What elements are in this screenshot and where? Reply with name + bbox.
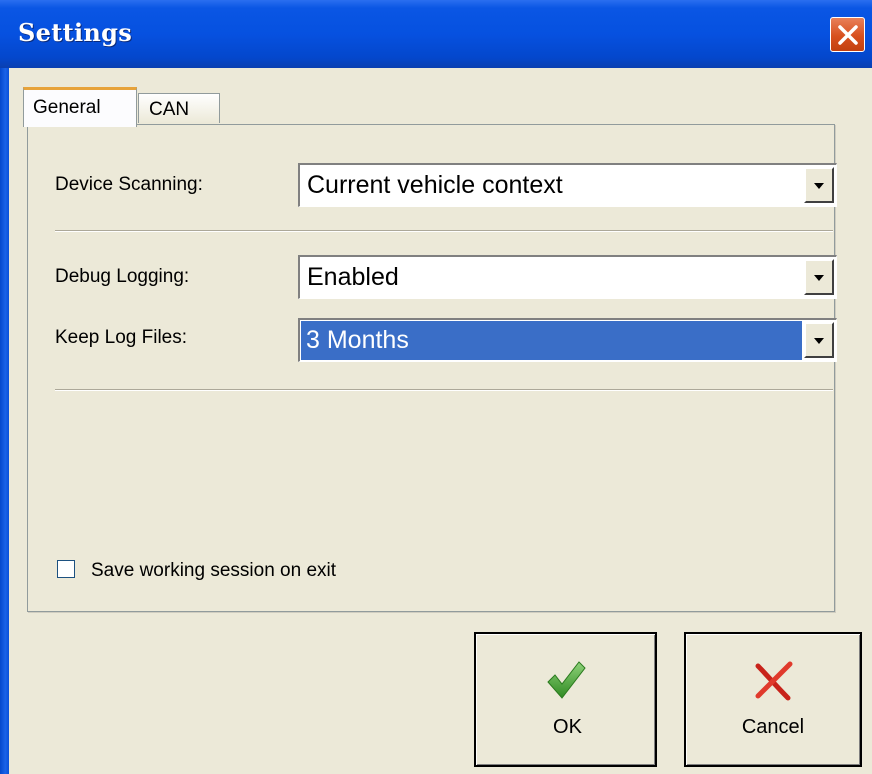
window-title: Settings	[18, 18, 133, 47]
device-scanning-label: Device Scanning:	[55, 174, 203, 195]
device-scanning-value: Current vehicle context	[307, 171, 563, 199]
tab-general[interactable]: General	[23, 87, 137, 127]
save-session-checkbox[interactable]	[57, 560, 75, 578]
keep-log-files-select[interactable]: 3 Months	[298, 318, 837, 362]
debug-logging-select[interactable]: Enabled	[298, 255, 837, 299]
close-icon	[838, 25, 858, 45]
ok-button[interactable]: OK	[474, 632, 657, 767]
debug-logging-label: Debug Logging:	[55, 266, 190, 287]
device-scanning-select[interactable]: Current vehicle context	[298, 163, 837, 207]
chevron-down-icon[interactable]	[804, 259, 834, 295]
close-button[interactable]	[830, 17, 865, 52]
title-bar[interactable]: Settings	[0, 0, 872, 68]
keep-log-files-value: 3 Months	[306, 326, 409, 354]
tab-general-label: General	[33, 97, 101, 118]
separator	[55, 230, 833, 232]
tab-can-label: CAN	[149, 99, 190, 120]
cancel-button[interactable]: Cancel	[684, 632, 862, 767]
checkmark-icon	[546, 661, 586, 699]
chevron-down-icon[interactable]	[804, 322, 834, 358]
window-border-left	[0, 68, 9, 774]
cancel-button-label: Cancel	[741, 716, 805, 738]
tab-can[interactable]: CAN	[138, 93, 220, 123]
save-session-label[interactable]: Save working session on exit	[91, 560, 336, 582]
keep-log-files-label: Keep Log Files:	[55, 327, 188, 348]
ok-button-label: OK	[553, 716, 582, 738]
separator	[55, 389, 833, 391]
debug-logging-value: Enabled	[307, 263, 399, 291]
x-mark-icon	[755, 661, 793, 701]
chevron-down-icon[interactable]	[804, 167, 834, 203]
